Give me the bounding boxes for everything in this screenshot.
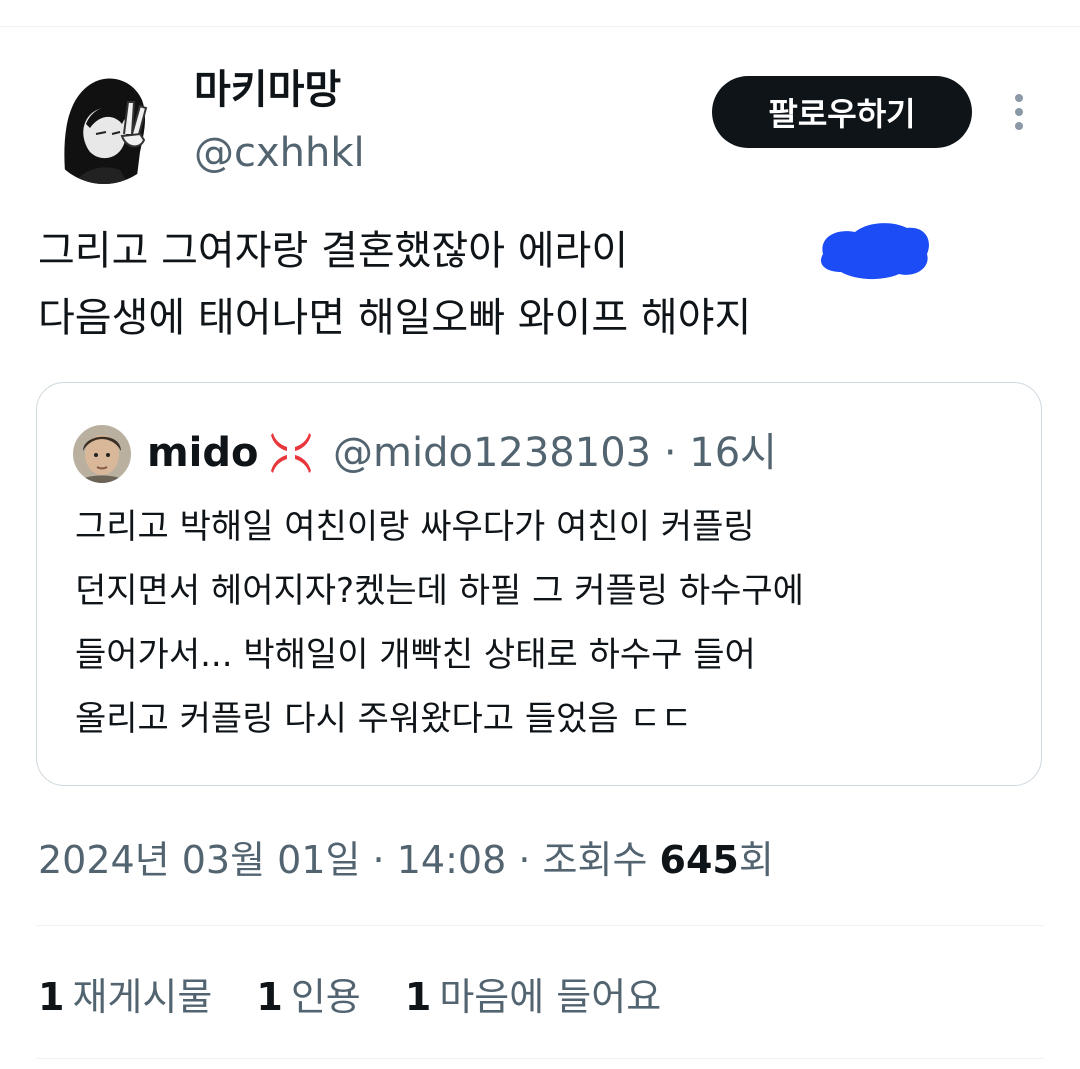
reposts-stat[interactable]: 1 재게시물 [38,970,212,1024]
likes-label: 마음에 들어요 [439,975,662,1019]
redaction-scribble [815,218,935,284]
quote-meta: @mido1238103 · 16시 [333,423,777,483]
meta-separator: · [372,838,385,882]
reposts-count: 1 [38,975,65,1019]
author-avatar[interactable] [44,64,164,184]
views-label: 조회수 [542,838,648,882]
quote-author-avatar[interactable] [73,425,131,483]
author-display-name[interactable]: 마키마망 [194,64,341,116]
quote-author-handle[interactable]: @mido1238103 [333,430,651,476]
quote-time[interactable]: 16시 [689,430,777,476]
post-date[interactable]: 2024년 03월 01일 [38,838,360,882]
quote-text: 그리고 박해일 여친이랑 싸우다가 여친이 커플링 던지면서 헤어지자?켔는데 … [75,495,1025,751]
anger-symbol-icon [267,429,315,477]
post-time[interactable]: 14:08 [397,838,507,882]
author-handle[interactable]: @cxhhkl [194,128,365,178]
quote-author-name[interactable]: mido [147,423,259,483]
likes-stat[interactable]: 1 마음에 들어요 [405,970,661,1024]
tweet-line: 다음생에 태어나면 해일오빠 와이프 해야지 [38,295,752,341]
engagement-stats: 1 재게시물 1 인용 1 마음에 들어요 [38,970,693,1024]
quotes-stat[interactable]: 1 인용 [256,970,360,1024]
follow-button[interactable]: 팔로우하기 [712,76,972,148]
quotes-label: 인용 [290,975,361,1019]
quotes-count: 1 [256,975,283,1019]
quote-line: 그리고 박해일 여친이랑 싸우다가 여친이 커플링 [75,507,755,547]
meta-separator: · [663,430,677,476]
divider [36,925,1044,926]
quote-line: 던지면서 헤어지자?켔는데 하필 그 커플링 하수구에 [75,571,804,611]
views-count: 645 [659,838,739,882]
quote-line: 올리고 커플링 다시 주워왔다고 들었음 ㄷㄷ [75,699,693,739]
more-vertical-icon[interactable] [1004,90,1034,134]
divider [36,1058,1044,1059]
likes-count: 1 [404,975,432,1019]
reposts-label: 재게시물 [72,975,213,1019]
timestamp-row: 2024년 03월 01일 · 14:08 · 조회수 645회 [38,832,774,888]
views-suffix: 회 [738,838,774,882]
quote-tweet-card[interactable]: mido @mido1238103 · 16시 그리고 박해일 여친이랑 싸우다… [36,382,1042,786]
top-divider [0,26,1080,27]
quote-line: 들어가서... 박해일이 개빡친 상태로 하수구 들어 [75,635,756,675]
meta-separator: · [518,838,531,882]
